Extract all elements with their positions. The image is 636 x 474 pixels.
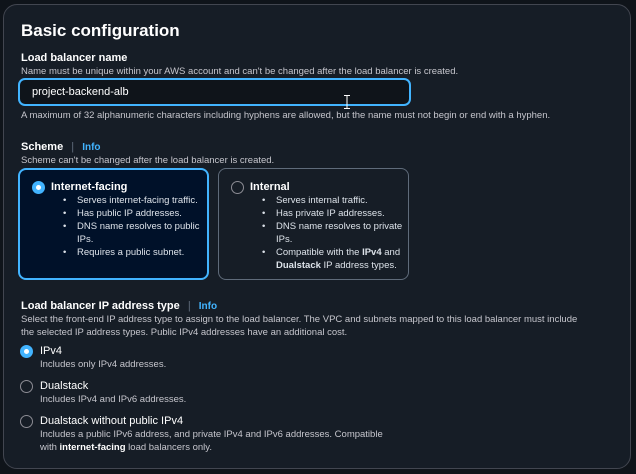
section-title: Basic configuration — [21, 21, 180, 40]
scheme-label: Scheme — [21, 141, 64, 153]
ip-option-desc-line1: Includes a public IPv6 address, and priv… — [40, 429, 383, 440]
ip-type-separator: | — [187, 300, 191, 312]
scheme-option-title: Internet-facing — [51, 181, 128, 193]
scheme-option-bullets: Serves internal traffic. Has private IP … — [258, 194, 406, 272]
bullet-item: Has private IP addresses. — [258, 207, 406, 220]
bullet-item: Requires a public subnet. — [59, 246, 207, 259]
ip-option-desc: Includes IPv4 and IPv6 addresses. — [40, 394, 187, 405]
radio-ipv4[interactable] — [20, 345, 33, 358]
scheme-description: Scheme can't be changed after the load b… — [21, 155, 275, 166]
ip-type-description-2: the selected IP address types. Public IP… — [21, 327, 348, 338]
scheme-option-bullets: Serves internet-facing traffic. Has publ… — [59, 194, 207, 259]
ip-option-title: Dualstack without public IPv4 — [40, 415, 184, 427]
bullet-item: Compatible with the IPv4 and Dualstack I… — [258, 246, 406, 272]
ip-option-title: IPv4 — [40, 345, 63, 357]
scheme-option-internet-facing[interactable]: Internet-facing Serves internet-facing t… — [18, 168, 209, 280]
ip-type-info-link[interactable]: Info — [199, 301, 217, 312]
ip-option-dualstack[interactable]: Dualstack Includes IPv4 and IPv6 address… — [20, 379, 420, 407]
scheme-option-internal[interactable]: Internal Serves internal traffic. Has pr… — [218, 168, 409, 280]
scheme-option-title: Internal — [250, 181, 290, 193]
bullet-item: Has public IP addresses. — [59, 207, 207, 220]
ip-option-desc: Includes only IPv4 addresses. — [40, 359, 167, 370]
bullet-item: Serves internet-facing traffic. — [59, 194, 207, 207]
bullet-item: Serves internal traffic. — [258, 194, 406, 207]
lb-name-constraint: A maximum of 32 alphanumeric characters … — [21, 110, 551, 121]
bullet-item: DNS name resolves to private IPs. — [258, 220, 406, 246]
ip-option-dualstack-no-public-ipv4[interactable]: Dualstack without public IPv4 Includes a… — [20, 414, 440, 456]
scheme-label-row: Scheme | Info — [21, 141, 101, 153]
radio-internet-facing[interactable] — [32, 181, 45, 194]
lb-name-input[interactable]: project-backend-alb — [18, 78, 411, 106]
radio-internal[interactable] — [231, 181, 244, 194]
lb-name-label: Load balancer name — [21, 52, 128, 64]
ip-option-title: Dualstack — [40, 380, 89, 392]
radio-dualstack[interactable] — [20, 380, 33, 393]
ip-type-label: Load balancer IP address type — [21, 300, 180, 312]
ip-option-desc-line2: with internet-facing load balancers only… — [40, 442, 212, 453]
lb-name-description: Name must be unique within your AWS acco… — [21, 66, 459, 77]
ip-option-ipv4[interactable]: IPv4 Includes only IPv4 addresses. — [20, 344, 420, 372]
scheme-info-link[interactable]: Info — [82, 142, 100, 153]
ip-type-description-1: Select the front-end IP address type to … — [21, 314, 578, 325]
ip-type-label-row: Load balancer IP address type | Info — [21, 300, 217, 312]
lb-name-value: project-backend-alb — [32, 86, 129, 98]
text-cursor-icon — [344, 95, 350, 109]
bullet-item: DNS name resolves to public IPs. — [59, 220, 207, 246]
radio-dualstack-no-public-ipv4[interactable] — [20, 415, 33, 428]
scheme-separator: | — [71, 141, 75, 153]
